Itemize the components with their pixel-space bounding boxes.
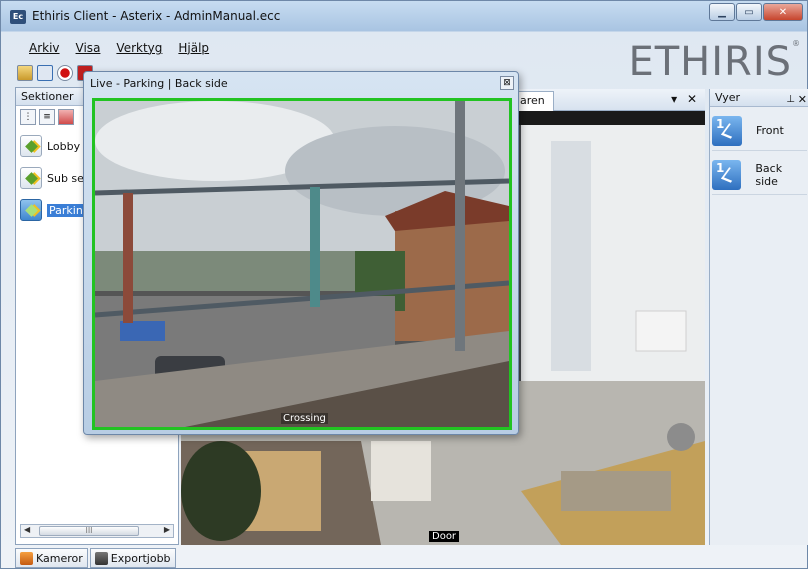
menu-bar: Arkiv Visa Verktyg Hjälp [29, 41, 209, 55]
close-icon[interactable]: ✕ [687, 92, 697, 106]
menu-arkiv[interactable]: Arkiv [29, 41, 60, 55]
section-icon [20, 199, 42, 221]
delete-view-icon[interactable] [58, 109, 74, 125]
live-window[interactable]: Live - Parking | Back side ⊠ Crossing [83, 71, 519, 435]
bottom-tabs: Kameror Exportjobb [15, 548, 176, 568]
view-icon: 1 [712, 159, 742, 190]
parking-camera-feed [95, 101, 509, 427]
export-icon [94, 551, 108, 565]
scroll-right-icon[interactable]: ▶ [164, 525, 170, 534]
section-icon [20, 135, 42, 157]
tab-exportjobb[interactable]: Exportjobb [89, 548, 176, 568]
tab-controls: ▾ ✕ [671, 92, 697, 106]
tab-label: Kameror [36, 551, 83, 565]
views-title: Vyer [715, 91, 741, 104]
view-label: Front [756, 124, 784, 137]
tab-label: Exportjobb [110, 551, 171, 565]
views-pane: Vyer ⊥ ✕ 1 Front 1 Back side [709, 89, 808, 545]
chevron-down-icon[interactable]: ▾ [671, 92, 677, 106]
list-view-icon[interactable]: ≡ [39, 109, 55, 125]
title-bar[interactable]: Ec Ethiris Client - Asterix - AdminManua… [1, 1, 807, 31]
view-item-front[interactable]: 1 Front [712, 111, 807, 151]
door-caption: Door [429, 531, 460, 542]
app-icon: Ec [10, 10, 26, 24]
view-icon: 1 [712, 115, 742, 146]
menu-hjalp[interactable]: Hjälp [178, 41, 209, 55]
scroll-thumb[interactable]: III [39, 526, 139, 536]
live-caption: Crossing [281, 413, 328, 424]
menu-verktyg[interactable]: Verktyg [116, 41, 162, 55]
app-window: Ec Ethiris Client - Asterix - AdminManua… [0, 0, 808, 569]
tree-view-icon[interactable]: ⋮ [20, 109, 36, 125]
camera-icon [20, 551, 33, 565]
tab-kameror[interactable]: Kameror [15, 548, 88, 568]
brand-logo: ETHIRIS® [628, 39, 801, 85]
close-icon[interactable]: ✕ [798, 91, 807, 109]
record-icon[interactable] [57, 65, 73, 81]
maximize-icon[interactable]: ▭ [736, 3, 762, 21]
live-camera-frame[interactable]: Crossing [92, 98, 512, 430]
view-item-back-side[interactable]: 1 Back side [712, 155, 807, 195]
pin-icon[interactable]: ⊥ [786, 91, 795, 109]
section-label: Lobby [47, 139, 81, 153]
section-icon [20, 167, 42, 189]
horizontal-scrollbar[interactable]: ◀ III ▶ [20, 524, 174, 538]
folder-icon[interactable] [17, 65, 33, 81]
views-header: Vyer ⊥ ✕ [710, 89, 808, 107]
minimize-icon[interactable]: ▁ [709, 3, 735, 21]
camera-layout-icon[interactable] [37, 65, 53, 81]
scroll-left-icon[interactable]: ◀ [24, 525, 30, 534]
close-icon[interactable]: ⊠ [500, 76, 514, 90]
window-title: Ethiris Client - Asterix - AdminManual.e… [32, 9, 281, 23]
menu-visa[interactable]: Visa [76, 41, 101, 55]
view-label: Back side [755, 161, 783, 188]
close-icon[interactable]: ✕ [763, 3, 803, 21]
live-window-title: Live - Parking | Back side [90, 77, 228, 90]
toolbar [17, 65, 93, 81]
window-controls: ▁ ▭ ✕ [708, 3, 803, 21]
